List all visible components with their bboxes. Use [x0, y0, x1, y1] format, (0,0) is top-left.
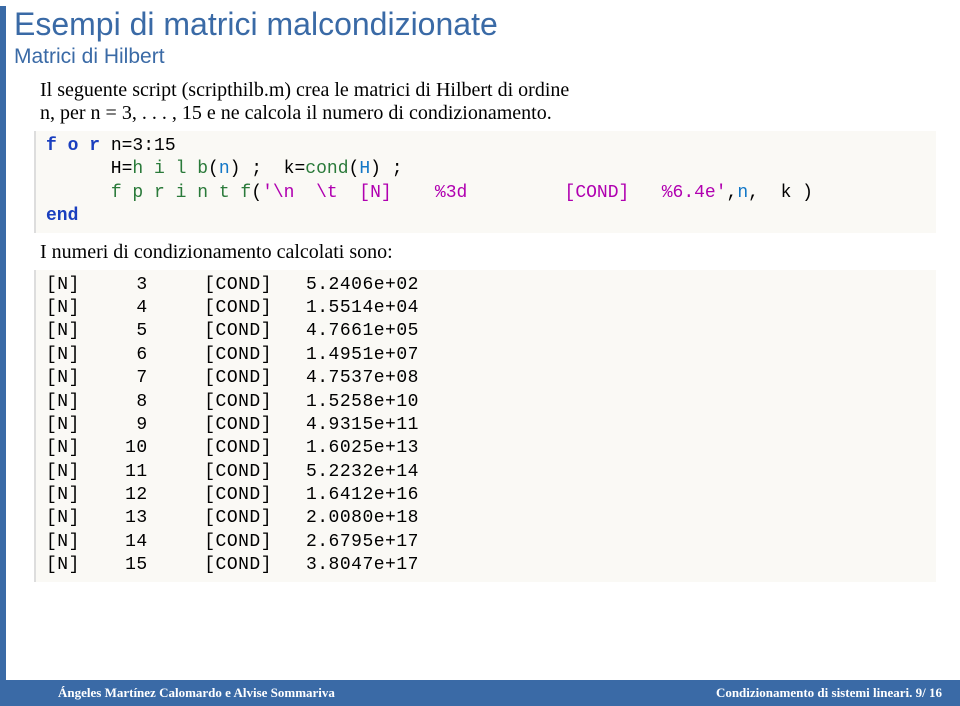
paren: ( — [349, 159, 360, 179]
func-cond: cond — [305, 159, 348, 179]
code-indent — [46, 183, 111, 203]
output-row: [N] 4 [COND] 1.5514e+04 — [46, 297, 930, 320]
output-row: [N] 3 [COND] 5.2406e+02 — [46, 274, 930, 297]
footer-authors: Ángeles Martínez Calomardo e Alvise Somm… — [0, 685, 335, 701]
footer: Ángeles Martínez Calomardo e Alvise Somm… — [0, 680, 960, 706]
keyword-end: end — [46, 206, 78, 226]
keyword-for: f o r — [46, 136, 100, 156]
code-line-2: H=h i l b(n) ; k=cond(H) ; — [46, 158, 930, 181]
output-row: [N] 9 [COND] 4.9315e+11 — [46, 414, 930, 437]
func-hilb: h i l b — [132, 159, 208, 179]
code-frag: , k ) — [748, 183, 813, 203]
output-row: [N] 5 [COND] 4.7661e+05 — [46, 320, 930, 343]
page-subtitle: Matrici di Hilbert — [14, 45, 960, 69]
mid-text: I numeri di condizionamento calcolati so… — [40, 241, 960, 264]
output-row: [N] 7 [COND] 4.7537e+08 — [46, 367, 930, 390]
output-row: [N] 14 [COND] 2.6795e+17 — [46, 531, 930, 554]
func-fprintf: f p r i n t f — [111, 183, 251, 203]
intro-text: Il seguente script (scripthilb.m) crea l… — [40, 79, 960, 125]
output-row: [N] 11 [COND] 5.2232e+14 — [46, 461, 930, 484]
accent-bar — [0, 6, 6, 706]
footer-page: Condizionamento di sistemi lineari. 9/ 1… — [335, 685, 960, 701]
code-line-4: end — [46, 205, 930, 228]
arg-n2: n — [737, 183, 748, 203]
output-row: [N] 10 [COND] 1.6025e+13 — [46, 437, 930, 460]
output-row: [N] 6 [COND] 1.4951e+07 — [46, 344, 930, 367]
arg-n: n — [219, 159, 230, 179]
code-expr: n=3:15 — [100, 136, 176, 156]
code-indent: H= — [46, 159, 132, 179]
code-line-1: f o r n=3:15 — [46, 135, 930, 158]
arg-h: H — [359, 159, 370, 179]
output-row: [N] 13 [COND] 2.0080e+18 — [46, 507, 930, 530]
paren: ( — [251, 183, 262, 203]
code-line-3: f p r i n t f('\n \t [N] %3d [COND] %6.4… — [46, 182, 930, 205]
code-frag: ) ; — [370, 159, 402, 179]
comma: , — [727, 183, 738, 203]
output-row: [N] 8 [COND] 1.5258e+10 — [46, 391, 930, 414]
code-frag: ) ; k= — [230, 159, 306, 179]
intro-line-2: n, per n = 3, . . . , 15 e ne calcola il… — [40, 102, 552, 124]
slide: Esempi di matrici malcondizionate Matric… — [0, 6, 960, 706]
output-block: [N] 3 [COND] 5.2406e+02[N] 4 [COND] 1.55… — [34, 270, 936, 582]
format-string: '\n \t [N] %3d [COND] %6.4e' — [262, 183, 726, 203]
code-block-script: f o r n=3:15 H=h i l b(n) ; k=cond(H) ; … — [34, 131, 936, 233]
intro-line-1: Il seguente script (scripthilb.m) crea l… — [40, 79, 569, 101]
paren: ( — [208, 159, 219, 179]
output-row: [N] 12 [COND] 1.6412e+16 — [46, 484, 930, 507]
output-row: [N] 15 [COND] 3.8047e+17 — [46, 554, 930, 577]
page-title: Esempi di matrici malcondizionate — [14, 6, 960, 43]
